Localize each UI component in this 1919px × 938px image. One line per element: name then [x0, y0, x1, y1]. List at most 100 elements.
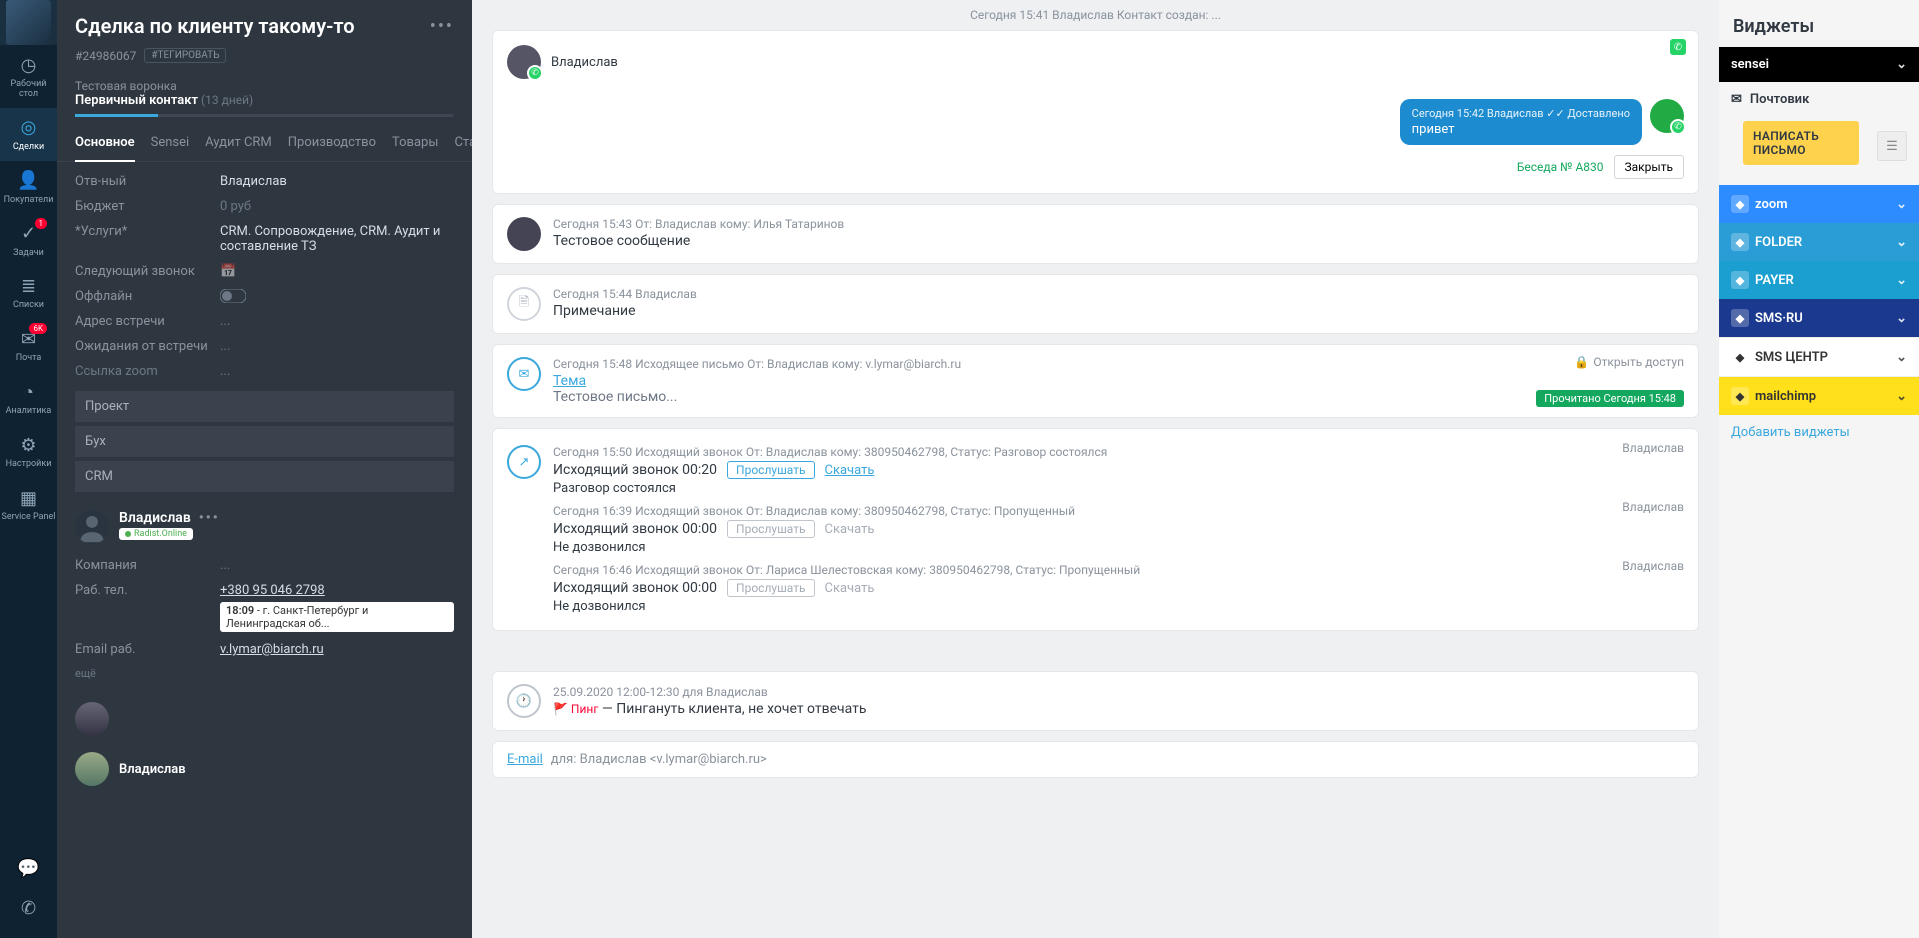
- download-link: Скачать: [825, 522, 875, 537]
- call-row[interactable]: Сегодня 16:39 Исходящий звонок От: Влади…: [507, 500, 1684, 559]
- tab-stats[interactable]: Статистика: [454, 135, 472, 161]
- pipeline-progress[interactable]: [75, 114, 454, 117]
- contact-more[interactable]: •••: [199, 510, 220, 526]
- deal-tabs: Основное Sensei Аудит CRM Производство Т…: [57, 135, 472, 162]
- field-services-label: *Услуги*: [75, 224, 220, 239]
- feed-top-info: Сегодня 15:41 Владислав Контакт создан: …: [492, 0, 1699, 30]
- contact-name[interactable]: Владислав: [119, 510, 191, 526]
- field-nextcall[interactable]: 📅: [220, 264, 454, 279]
- call-user[interactable]: Владислав: [1622, 559, 1684, 573]
- field-zoom[interactable]: ...: [220, 364, 454, 379]
- compose-link[interactable]: E-mail: [507, 752, 543, 767]
- field-expect[interactable]: ...: [220, 339, 454, 354]
- deal-title[interactable]: Сделка по клиенту такому-то: [75, 14, 355, 38]
- field-zoom-label: Ссылка zoom: [75, 364, 220, 379]
- nav-tasks[interactable]: ✓ Задачи 1: [0, 214, 57, 267]
- widget-sms[interactable]: ◆SMS ЦЕНТР⌄: [1719, 337, 1919, 377]
- tasks-badge: 1: [35, 218, 48, 229]
- contact-company[interactable]: ...: [220, 558, 454, 573]
- tab-audit[interactable]: Аудит CRM: [205, 135, 272, 161]
- deal-more-button[interactable]: •••: [430, 16, 454, 37]
- related-contact-2[interactable]: Владислав: [57, 744, 472, 794]
- close-chat-button[interactable]: Закрыть: [1614, 155, 1684, 179]
- nav-settings[interactable]: ⚙ Настройки: [0, 425, 57, 478]
- nav-deals[interactable]: ◎ Сделки: [0, 108, 57, 161]
- phone-out-icon: [507, 504, 541, 538]
- field-budget[interactable]: 0 руб: [220, 199, 454, 214]
- nav-chat[interactable]: 💬: [0, 848, 57, 888]
- chevron-down-icon: ⌄: [1896, 57, 1907, 72]
- nav-user-avatar[interactable]: [0, 0, 57, 45]
- avatar: [75, 702, 109, 736]
- download-link[interactable]: Скачать: [825, 463, 875, 478]
- chevron-down-icon: ⌄: [1896, 273, 1907, 288]
- add-widgets-link[interactable]: Добавить виджеты: [1719, 415, 1919, 450]
- call-user[interactable]: Владислав: [1622, 500, 1684, 514]
- widget-smsru[interactable]: ◆SMS·RU⌄: [1719, 299, 1919, 337]
- tab-main[interactable]: Основное: [75, 135, 135, 162]
- related-contact-1[interactable]: [57, 694, 472, 744]
- listen-button: Прослушать: [727, 520, 814, 538]
- field-services[interactable]: CRM. Сопровождение, CRM. Аудит и составл…: [220, 224, 454, 254]
- outgoing-message[interactable]: Сегодня 15:42 Владислав ✓✓ Доставлено пр…: [1400, 99, 1642, 145]
- nav-mail[interactable]: ✉ Почта 6K: [0, 319, 57, 372]
- note-icon: 🗎: [507, 287, 541, 321]
- grid-icon: ▦: [17, 486, 41, 510]
- nav-customers[interactable]: 👤 Покупатели: [0, 161, 57, 214]
- gauge-icon: ◷: [17, 53, 41, 77]
- mail-badge: 6K: [29, 323, 47, 334]
- chevron-down-icon: ⌄: [1896, 389, 1907, 404]
- widget-mailer-title[interactable]: ✉Почтовик: [1719, 82, 1919, 117]
- tag-button[interactable]: #ТЕГИРОВАТЬ: [144, 48, 226, 63]
- widget-payer[interactable]: ◆PAYER⌄: [1719, 261, 1919, 299]
- email-card[interactable]: ✉ Сегодня 15:48 Исходящее письмо От: Вла…: [492, 344, 1699, 418]
- nav-analytics[interactable]: ◔ Аналитика: [0, 372, 57, 425]
- nav-phone[interactable]: ✆: [0, 888, 57, 928]
- nav-dashboard[interactable]: ◷ Рабочий стол: [0, 45, 57, 108]
- email-subject[interactable]: Тема: [553, 373, 586, 389]
- field-offline-toggle[interactable]: [220, 289, 454, 303]
- pipeline-status[interactable]: Первичный контакт: [75, 93, 198, 108]
- listen-button[interactable]: Прослушать: [727, 461, 814, 479]
- email-access-link[interactable]: 🔒Открыть доступ: [1574, 355, 1684, 369]
- contact-more-fields[interactable]: ещё: [75, 667, 454, 680]
- contact-avatar[interactable]: [75, 510, 109, 544]
- section-project[interactable]: Проект: [75, 391, 454, 422]
- section-crm[interactable]: CRM: [75, 461, 454, 492]
- chat-contact-name: Владислав: [551, 55, 618, 70]
- call-row[interactable]: ↗ Сегодня 15:50 Исходящий звонок От: Вла…: [507, 441, 1684, 500]
- widget-folder[interactable]: ◆FOLDER⌄: [1719, 223, 1919, 261]
- chat-contact-avatar[interactable]: ✆: [507, 45, 541, 79]
- widget-mailchimp[interactable]: ◆mailchimp⌄: [1719, 377, 1919, 415]
- tab-production[interactable]: Производство: [288, 135, 376, 161]
- calls-card: ↗ Сегодня 15:50 Исходящий звонок От: Вла…: [492, 428, 1699, 631]
- contact-phone[interactable]: +380 95 046 2798: [220, 583, 325, 598]
- task-card[interactable]: 🕐 25.09.2020 12:00-12:30 для Владислав 🚩…: [492, 671, 1699, 731]
- calendar-icon: 📅: [220, 264, 236, 279]
- field-budget-label: Бюджет: [75, 199, 220, 214]
- chat-icon: 💬: [17, 856, 41, 880]
- conversation-id[interactable]: Беседа № A830: [1517, 160, 1604, 174]
- call-row[interactable]: Сегодня 16:46 Исходящий звонок От: Ларис…: [507, 559, 1684, 618]
- compose-email[interactable]: E-mail для: Владислав <v.lymar@biarch.ru…: [492, 741, 1699, 778]
- tab-sensei[interactable]: Sensei: [151, 135, 190, 161]
- field-resp[interactable]: Владислав: [220, 174, 454, 189]
- message-card[interactable]: Сегодня 15:43 От: Владислав кому: Илья Т…: [492, 204, 1699, 264]
- nav-lists[interactable]: ≣ Списки: [0, 266, 57, 319]
- pipeline-days: (13 дней): [201, 93, 253, 107]
- field-address[interactable]: ...: [220, 314, 454, 329]
- contact-phone-label: Раб. тел.: [75, 583, 220, 598]
- deal-id: #24986067: [75, 49, 136, 63]
- mail-settings-button[interactable]: ☰: [1877, 131, 1907, 161]
- call-user[interactable]: Владислав: [1622, 441, 1684, 455]
- nav-service-panel[interactable]: ▦ Service Panel: [0, 478, 57, 531]
- chevron-down-icon: ⌄: [1896, 350, 1907, 365]
- pipeline-name[interactable]: Тестовая воронка: [75, 79, 454, 93]
- write-email-button[interactable]: НАПИСАТЬ ПИСЬМО: [1743, 121, 1859, 165]
- contact-email[interactable]: v.lymar@biarch.ru: [220, 642, 454, 657]
- tab-goods[interactable]: Товары: [392, 135, 438, 161]
- note-card[interactable]: 🗎 Сегодня 15:44 Владислав Примечание: [492, 274, 1699, 334]
- widget-sensei[interactable]: sensei⌄: [1719, 47, 1919, 82]
- widget-zoom[interactable]: ◆zoom⌄: [1719, 185, 1919, 223]
- section-buh[interactable]: Бух: [75, 426, 454, 457]
